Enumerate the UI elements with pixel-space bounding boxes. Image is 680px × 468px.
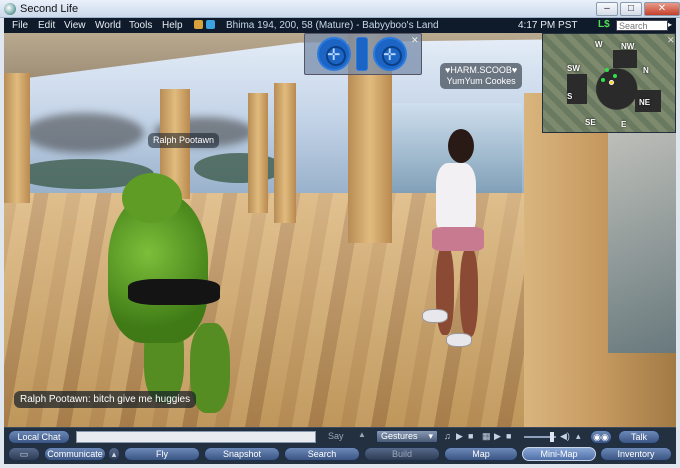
- map-avatar-dot: [605, 68, 609, 72]
- map-label-ne: NE: [639, 98, 651, 107]
- inventory-button[interactable]: Inventory: [600, 447, 672, 461]
- avatar-name-tag: ♥HARM.SCOOB♥ YumYum Cookes: [440, 63, 523, 89]
- map-label-nw: NW: [621, 42, 635, 51]
- speaker-icon[interactable]: ◀): [560, 431, 570, 442]
- map-label-s: S: [567, 92, 573, 101]
- communicate-button[interactable]: Communicate: [44, 447, 106, 461]
- map-button[interactable]: Map: [444, 447, 518, 461]
- search-go-icon[interactable]: ▸: [668, 20, 676, 31]
- say-button[interactable]: Say: [328, 431, 344, 441]
- map-avatar-dot: [601, 78, 605, 82]
- chevron-up-icon[interactable]: ▴: [108, 447, 120, 461]
- gestures-dropdown[interactable]: Gestures ▾: [376, 430, 438, 443]
- window-titlebar: Second Life – □ ✕: [0, 0, 680, 18]
- avatar-name: Ralph Pootawn: [153, 135, 215, 145]
- map-avatar-dot: [613, 74, 617, 78]
- mini-map-button[interactable]: Mini-Map: [522, 447, 596, 461]
- close-icon[interactable]: ✕: [411, 35, 419, 46]
- location-text[interactable]: Bhima 194, 200, 58 (Mature) - Babyyboo's…: [226, 20, 439, 31]
- film-icon: ▦: [482, 431, 491, 441]
- stop-icon[interactable]: ■: [468, 431, 473, 441]
- zoom-slider[interactable]: [356, 37, 368, 71]
- window-title: Second Life: [20, 3, 79, 15]
- close-icon[interactable]: ✕: [667, 35, 675, 46]
- map-label-w: W: [595, 40, 603, 49]
- chat-history-line: Ralph Pootawn: bitch give me huggies: [14, 391, 197, 408]
- bottom-toolbar: Local Chat Say ▲ Gestures ▾ ♫ ▶ ■ ▦ ▶ ■ …: [4, 427, 676, 464]
- chevron-up-icon[interactable]: ▴: [576, 431, 581, 442]
- menu-world[interactable]: World: [95, 20, 121, 31]
- talk-button[interactable]: Talk: [618, 430, 660, 444]
- smoke-cloud: [24, 113, 144, 153]
- local-chat-button[interactable]: Local Chat: [8, 430, 70, 444]
- ogre-head: [122, 173, 182, 223]
- chat-bubble-icon[interactable]: ▭: [8, 447, 40, 461]
- avatar-shoe: [422, 309, 448, 323]
- wood-pillar: [248, 93, 268, 213]
- play-icon[interactable]: ▶: [494, 431, 501, 442]
- avatar-head: [448, 129, 474, 163]
- menu-edit[interactable]: Edit: [38, 20, 55, 31]
- build-icon: [194, 20, 203, 29]
- avatar-name: YumYum Cookes: [446, 76, 516, 86]
- avatar-name-tag: Ralph Pootawn: [148, 133, 220, 148]
- map-label-e: E: [621, 120, 627, 129]
- camera-controls-panel: ✕: [304, 33, 422, 75]
- fly-button[interactable]: Fly: [124, 447, 200, 461]
- snapshot-button[interactable]: Snapshot: [204, 447, 280, 461]
- play-icon[interactable]: ▶: [456, 431, 463, 442]
- wood-pillar: [4, 73, 30, 203]
- wood-pillar: [274, 83, 296, 223]
- avatar-shoe: [446, 333, 472, 347]
- female-avatar[interactable]: [436, 163, 476, 233]
- second-life-app-icon: [4, 3, 16, 15]
- gestures-label: Gestures: [381, 431, 418, 441]
- parcel-status-icons: [194, 20, 222, 31]
- map-label-n: N: [643, 66, 649, 75]
- balance-indicator[interactable]: L$: [598, 19, 610, 30]
- world-view[interactable]: Ralph Pootawn ♥HARM.SCOOB♥ YumYum Cookes…: [4, 33, 676, 427]
- map-label-sw: SW: [567, 64, 580, 73]
- menu-help[interactable]: Help: [162, 20, 183, 31]
- stop-icon[interactable]: ■: [506, 431, 511, 441]
- voice-chat-icon[interactable]: ◉◉: [590, 430, 612, 444]
- avatar-shorts: [432, 227, 484, 251]
- minimize-button[interactable]: –: [596, 2, 618, 16]
- chevron-up-icon[interactable]: ▲: [358, 430, 366, 439]
- close-window-button[interactable]: ✕: [644, 2, 680, 16]
- chevron-down-icon: ▾: [428, 431, 433, 441]
- search-button[interactable]: Search: [284, 447, 360, 461]
- orbit-joystick-icon[interactable]: [317, 37, 351, 71]
- music-note-icon: ♫: [444, 431, 451, 441]
- clock: 4:17 PM PST: [518, 20, 578, 31]
- map-label-se: SE: [585, 118, 596, 127]
- background-trees: [194, 153, 284, 183]
- chat-input[interactable]: [76, 431, 316, 443]
- menu-view[interactable]: View: [64, 20, 86, 31]
- maximize-button[interactable]: □: [620, 2, 642, 16]
- search-input[interactable]: Search: [616, 20, 668, 31]
- avatar-group-title: ♥HARM.SCOOB♥: [445, 65, 518, 75]
- volume-knob[interactable]: [550, 432, 554, 442]
- pan-joystick-icon[interactable]: [373, 37, 407, 71]
- map-self-marker: [609, 80, 614, 85]
- voice-icon: [206, 20, 215, 29]
- menu-bar: File Edit View World Tools Help Bhima 19…: [4, 18, 676, 33]
- ogre-shorts: [128, 279, 220, 305]
- menu-file[interactable]: File: [12, 20, 28, 31]
- mini-map[interactable]: W NW N NE SW S SE E ✕: [542, 33, 676, 133]
- avatar-leg: [460, 247, 478, 337]
- build-button[interactable]: Build: [364, 447, 440, 461]
- menu-tools[interactable]: Tools: [129, 20, 152, 31]
